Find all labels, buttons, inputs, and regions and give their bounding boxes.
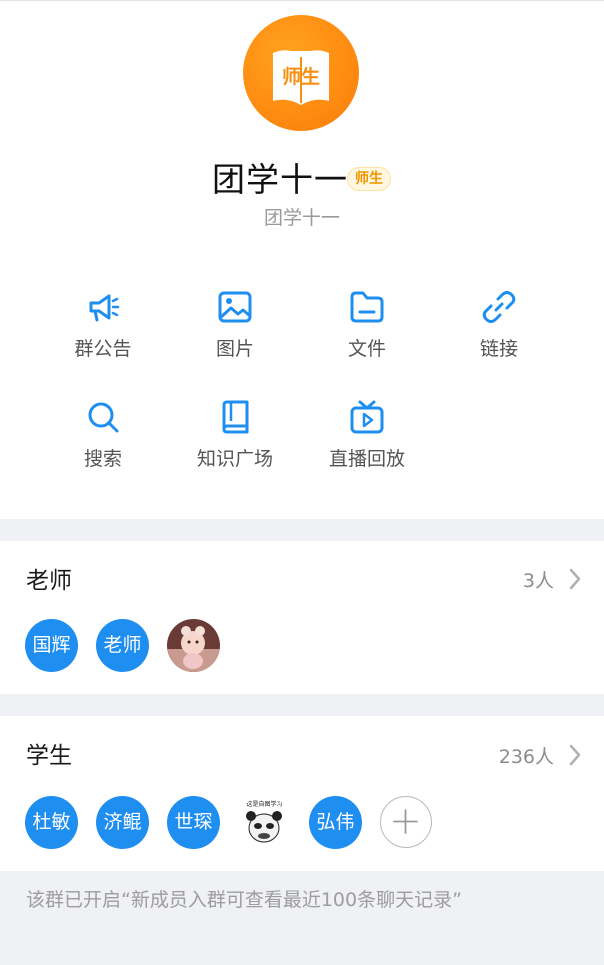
history-notice: 该群已开启“新成员入群可查看最近100条聊天记录” (0, 871, 604, 933)
image-icon (218, 291, 252, 323)
group-header-card: 师生 团学十一 师生 团学十一 群公告 图片 文件 链接 搜索 知识广场 直播回… (0, 0, 604, 519)
member-sticker-avatar[interactable]: 这是自图学习 (238, 796, 291, 849)
chevron-right-icon[interactable] (568, 744, 582, 766)
member-avatar[interactable]: 国辉 (25, 619, 78, 672)
link-icon (482, 291, 516, 323)
group-avatar[interactable]: 师生 (243, 15, 359, 131)
function-knowledge-square[interactable]: 知识广场 (169, 399, 301, 489)
group-name: 团学十一 (212, 160, 348, 199)
teachers-section: 老师 3人 国辉 老师 (0, 541, 604, 694)
search-icon (88, 402, 119, 433)
function-label: 图片 (215, 338, 254, 360)
function-images[interactable]: 图片 (169, 289, 301, 379)
function-links[interactable]: 链接 (433, 289, 565, 379)
function-label: 文件 (347, 338, 386, 360)
member-avatar[interactable]: 杜敏 (25, 796, 78, 849)
teachers-title: 老师 (26, 568, 72, 594)
function-label: 搜索 (83, 448, 122, 470)
group-type-badge: 师生 (347, 167, 391, 191)
tv-play-icon (350, 400, 384, 434)
history-notice-text: 该群已开启“新成员入群可查看最近100条聊天记录” (26, 889, 462, 911)
function-search[interactable]: 搜索 (37, 399, 169, 489)
member-avatar[interactable]: 弘伟 (309, 796, 362, 849)
students-count[interactable]: 236人 (499, 742, 554, 769)
function-label: 群公告 (74, 338, 132, 360)
function-announcement[interactable]: 群公告 (37, 289, 169, 379)
sticker-caption: 这是自图学习 (246, 800, 282, 808)
chevron-right-icon[interactable] (568, 568, 582, 590)
plus-icon (393, 809, 418, 834)
group-avatar-text: 师生 (282, 65, 320, 88)
folder-icon (350, 291, 384, 323)
member-avatar[interactable]: 济鲲 (96, 796, 149, 849)
megaphone-icon (89, 294, 120, 322)
function-label: 链接 (479, 338, 518, 360)
function-live-replay[interactable]: 直播回放 (301, 399, 433, 489)
member-photo-avatar[interactable] (167, 619, 220, 672)
students-section: 学生 236人 杜敏 济鲲 世琛 这是自图学习 弘伟 (0, 716, 604, 871)
teachers-count[interactable]: 3人 (523, 566, 554, 593)
group-subname: 团学十一 (263, 207, 340, 229)
book-icon (222, 400, 249, 434)
function-label: 直播回放 (328, 448, 405, 470)
open-book-icon: 师生 (273, 50, 329, 105)
function-files[interactable]: 文件 (301, 289, 433, 379)
member-avatar[interactable]: 老师 (96, 619, 149, 672)
panda-meme-icon: 这是自图学习 (238, 796, 291, 849)
students-title: 学生 (26, 743, 72, 769)
baby-photo-icon (167, 619, 220, 672)
add-member-button[interactable] (380, 796, 432, 848)
member-avatar[interactable]: 世琛 (167, 796, 220, 849)
function-label: 知识广场 (196, 448, 273, 470)
